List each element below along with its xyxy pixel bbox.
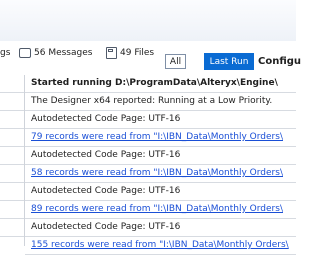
list-item[interactable]: Autodetected Code Page: UTF-16 [25, 111, 296, 129]
gutter-cell [0, 147, 24, 165]
list-item[interactable]: Started running D:\ProgramData\Alteryx\E… [25, 75, 296, 93]
gutter-cell [0, 201, 24, 219]
gutter-cell [0, 129, 24, 147]
all-filter-button[interactable]: All [165, 54, 186, 69]
row-gutter [0, 75, 25, 246]
gutter-cell [0, 93, 24, 111]
gutter-cell [0, 111, 24, 129]
gutter-cell [0, 183, 24, 201]
messages-count-label: 56 Messages [34, 48, 93, 58]
list-item[interactable]: Autodetected Code Page: UTF-16 [25, 219, 296, 237]
gutter-cell [0, 165, 24, 183]
file-save-icon [106, 47, 117, 59]
files-count-label: 49 Files [120, 48, 155, 58]
list-item-link[interactable]: 79 records were read from "I:\IBN_Data\M… [25, 129, 296, 147]
window-header-area [0, 0, 296, 41]
gutter-cell [0, 75, 24, 93]
message-list: Started running D:\ProgramData\Alteryx\E… [25, 75, 296, 255]
list-item[interactable]: Autodetected Code Page: UTF-16 [25, 147, 296, 165]
list-item-link[interactable]: 89 records were read from "I:\IBN_Data\M… [25, 201, 296, 219]
gutter-cell [0, 219, 24, 237]
warnings-filter-label[interactable]: gs [0, 41, 10, 65]
list-item[interactable]: The Designer x64 reported: Running at a … [25, 93, 296, 111]
message-icon [19, 48, 31, 58]
list-item[interactable]: Autodetected Code Page: UTF-16 [25, 183, 296, 201]
list-item-link[interactable]: 155 records were read from "I:\IBN_Data\… [25, 237, 296, 255]
messages-filter-button[interactable]: 56 Messages [19, 41, 92, 65]
files-filter-button[interactable]: 49 Files [106, 41, 154, 65]
configuration-tab[interactable]: Configu [258, 53, 301, 70]
last-run-button[interactable]: Last Run [204, 53, 254, 70]
list-item-link[interactable]: 58 records were read from "I:\IBN_Data\M… [25, 165, 296, 183]
